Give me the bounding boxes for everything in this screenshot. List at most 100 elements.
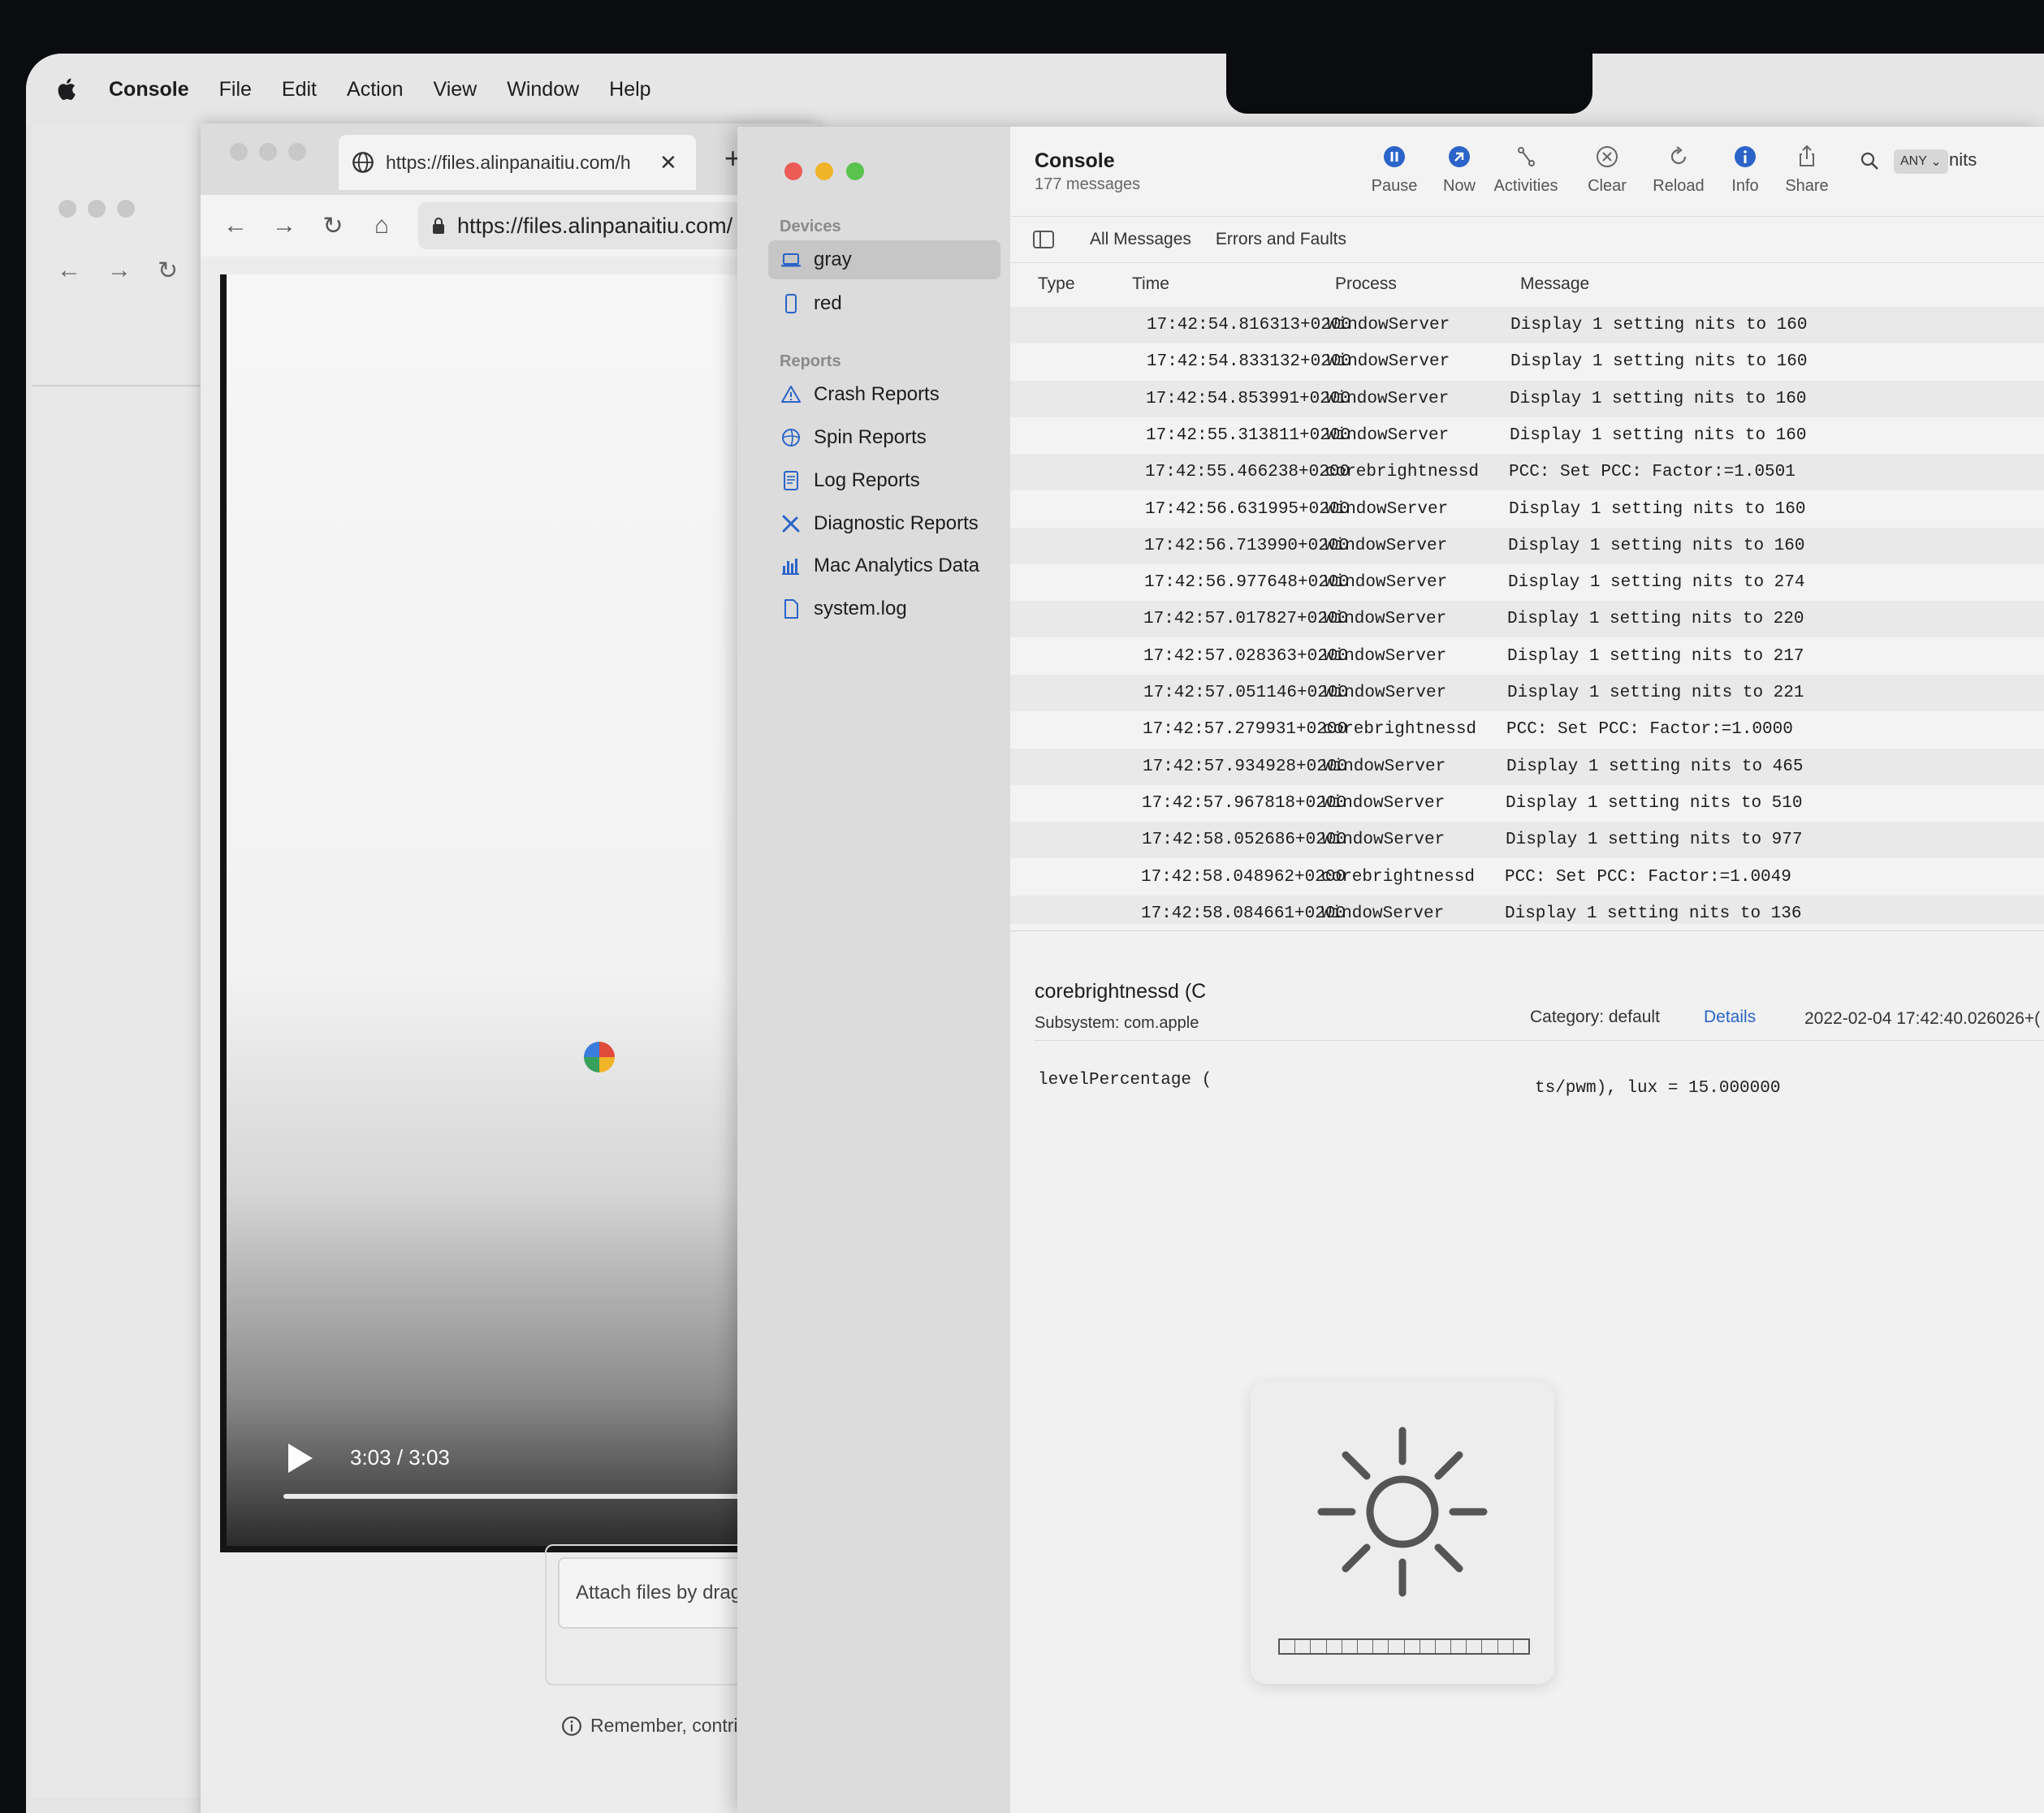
- search-icon[interactable]: [1858, 149, 1882, 174]
- window-zoom-button[interactable]: [846, 162, 864, 180]
- menu-edit[interactable]: Edit: [282, 78, 317, 101]
- log-message: Display 1 setting nits to 221: [1507, 684, 1804, 702]
- sidebar-item-system-log[interactable]: system.log: [768, 589, 1000, 628]
- now-button[interactable]: Now: [1423, 143, 1496, 196]
- window-minimize-button[interactable]: [88, 200, 106, 218]
- warning-icon: [781, 386, 801, 403]
- browser-window[interactable]: https://files.alinpanaitiu.com/h ✕ + ← →…: [201, 123, 824, 1813]
- filter-errors-and-faults[interactable]: Errors and Faults: [1216, 230, 1346, 249]
- column-message[interactable]: Message: [1520, 274, 1589, 294]
- sidebar-toggle-icon[interactable]: [1033, 231, 1054, 248]
- filter-all-messages[interactable]: All Messages: [1090, 230, 1191, 249]
- menu-view[interactable]: View: [434, 78, 478, 101]
- log-time: 17:42:54.816313+0200: [1147, 316, 1352, 335]
- reload-icon[interactable]: ↻: [319, 212, 347, 240]
- details-link[interactable]: Details: [1704, 1008, 1756, 1027]
- table-row[interactable]: 17:42:57.051146+0200 WindowServer Display …: [1010, 675, 2044, 711]
- menu-console[interactable]: Console: [109, 78, 189, 101]
- window-minimize-button[interactable]: [815, 162, 833, 180]
- log-time: 17:42:57.934928+0200: [1143, 758, 1348, 776]
- back-arrow-icon[interactable]: ←: [222, 212, 249, 240]
- table-row[interactable]: 17:42:55.466238+0200 corebrightnessd PCC: …: [1010, 454, 2044, 490]
- log-time: 17:42:57.051146+0200: [1143, 684, 1349, 702]
- sidebar-item-log-reports[interactable]: Log Reports: [768, 461, 1000, 500]
- sidebar-item-red[interactable]: red: [768, 284, 1000, 323]
- window-close-button[interactable]: [230, 143, 248, 161]
- reload-button[interactable]: Reload: [1642, 143, 1715, 196]
- column-time[interactable]: Time: [1132, 274, 1169, 294]
- log-message: Display 1 setting nits to 136: [1505, 904, 1802, 923]
- camera-notch: [1226, 54, 1592, 114]
- menu-file[interactable]: File: [219, 78, 252, 101]
- window-minimize-button[interactable]: [259, 143, 277, 161]
- video-player[interactable]: 3:03 / 3:03: [220, 274, 811, 1552]
- log-message: Display 1 setting nits to 160: [1509, 500, 1806, 519]
- log-process: WindowServer: [1324, 684, 1447, 702]
- log-time: 17:42:57.017827+0200: [1143, 610, 1349, 628]
- table-row[interactable]: 17:42:57.028363+0200 WindowServer Display …: [1010, 638, 2044, 675]
- table-row[interactable]: 17:42:54.853991+0200 WindowServer Display …: [1010, 381, 2044, 417]
- log-table[interactable]: 17:42:54.816313+0200 WindowServer Display …: [1010, 307, 2044, 924]
- reload-icon: [1670, 146, 1687, 165]
- search-query-text[interactable]: nits: [1949, 149, 1977, 171]
- browser-tab[interactable]: https://files.alinpanaitiu.com/h ✕: [339, 135, 696, 190]
- video-progress-bar[interactable]: [283, 1494, 811, 1499]
- reload-icon[interactable]: ↻: [158, 257, 178, 285]
- table-row[interactable]: 17:42:58.048962+0200 corebrightnessd PCC: …: [1010, 859, 2044, 896]
- table-row[interactable]: 17:42:58.052686+0200 WindowServer Display …: [1010, 822, 2044, 858]
- sidebar-item-label: gray: [814, 248, 852, 270]
- sidebar-item-label: system.log: [814, 598, 907, 619]
- close-tab-icon[interactable]: ✕: [659, 150, 677, 175]
- remember-note: Remember, contrib: [561, 1715, 748, 1737]
- window-zoom-button[interactable]: [288, 143, 306, 161]
- forward-arrow-icon[interactable]: →: [270, 212, 298, 240]
- menu-window[interactable]: Window: [507, 78, 579, 101]
- log-process: WindowServer: [1322, 831, 1445, 849]
- column-type[interactable]: Type: [1038, 274, 1075, 294]
- table-row[interactable]: 17:42:56.713990+0200 WindowServer Display …: [1010, 528, 2044, 564]
- file-icon: [784, 599, 798, 619]
- table-row[interactable]: 17:42:58.084661+0200 WindowServer Display …: [1010, 896, 2044, 924]
- apple-logo-icon[interactable]: [54, 76, 81, 103]
- search-scope-dropdown[interactable]: ANY ⌄: [1894, 149, 1948, 174]
- table-row[interactable]: 17:42:54.816313+0200 WindowServer Display …: [1010, 307, 2044, 343]
- console-sidebar: Devices gray red Reports Crash Reports S…: [737, 127, 1010, 1813]
- column-process[interactable]: Process: [1335, 274, 1397, 294]
- loading-spinner-icon: [584, 1042, 615, 1073]
- table-row[interactable]: 17:42:56.631995+0200 WindowServer Display …: [1010, 491, 2044, 528]
- back-arrow-icon[interactable]: ←: [57, 257, 81, 285]
- activities-button[interactable]: Activities: [1489, 143, 1562, 196]
- attach-files-area[interactable]: Attach files by drag: [558, 1557, 756, 1629]
- tab-title: https://files.alinpanaitiu.com/h: [386, 151, 631, 173]
- window-zoom-button[interactable]: [117, 200, 135, 218]
- sidebar-item-gray[interactable]: gray: [768, 240, 1000, 279]
- share-button[interactable]: Share: [1770, 143, 1843, 196]
- table-row[interactable]: 17:42:57.934928+0200 WindowServer Display …: [1010, 749, 2044, 785]
- sidebar-item-diagnostic-reports[interactable]: Diagnostic Reports: [768, 504, 1000, 543]
- window-close-button[interactable]: [58, 200, 76, 218]
- table-row[interactable]: 17:42:55.313811+0200 WindowServer Display …: [1010, 417, 2044, 454]
- play-icon[interactable]: [288, 1444, 313, 1473]
- menu-action[interactable]: Action: [347, 78, 403, 101]
- window-close-button[interactable]: [784, 162, 802, 180]
- home-icon[interactable]: ⌂: [368, 212, 395, 240]
- sidebar-item-label: Diagnostic Reports: [814, 512, 979, 534]
- forward-arrow-icon[interactable]: →: [107, 257, 132, 285]
- table-row[interactable]: 17:42:56.977648+0200 WindowServer Display …: [1010, 564, 2044, 601]
- sidebar-item-label: Crash Reports: [814, 383, 940, 405]
- table-row[interactable]: 17:42:54.833132+0200 WindowServer Display …: [1010, 343, 2044, 380]
- menu-help[interactable]: Help: [609, 78, 650, 101]
- document-icon: [784, 471, 798, 490]
- pause-button[interactable]: Pause: [1358, 143, 1431, 196]
- sidebar-item-mac-analytics-data[interactable]: Mac Analytics Data: [768, 546, 1000, 585]
- sidebar-item-crash-reports[interactable]: Crash Reports: [768, 375, 1000, 414]
- log-message: PCC: Set PCC: Factor:=1.0000: [1506, 720, 1793, 739]
- sidebar-item-spin-reports[interactable]: Spin Reports: [768, 418, 1000, 457]
- log-message: Display 1 setting nits to 217: [1507, 647, 1804, 666]
- table-row[interactable]: 17:42:57.017827+0200 WindowServer Display …: [1010, 601, 2044, 637]
- clear-label: Clear: [1588, 177, 1627, 195]
- log-process: WindowServer: [1322, 794, 1445, 813]
- table-row[interactable]: 17:42:57.279931+0200 corebrightnessd PCC: …: [1010, 711, 2044, 748]
- clear-button[interactable]: Clear: [1571, 143, 1644, 196]
- table-row[interactable]: 17:42:57.967818+0200 WindowServer Display …: [1010, 785, 2044, 822]
